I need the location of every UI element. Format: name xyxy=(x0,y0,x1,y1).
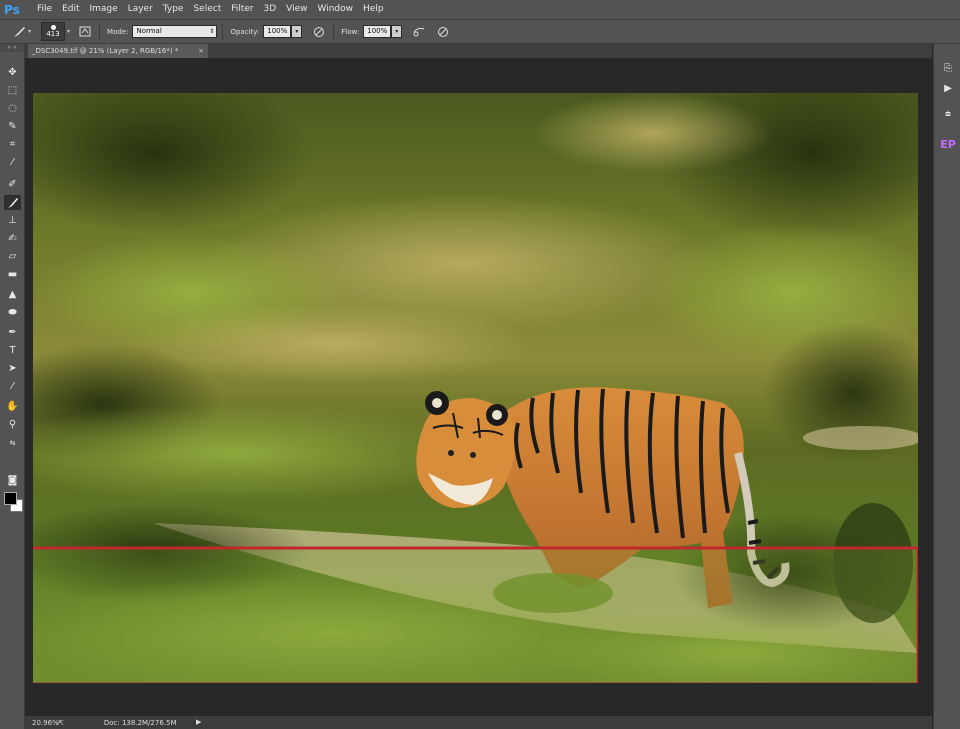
mode-arrow-icon: ⇕ xyxy=(209,28,215,35)
preset-dropdown-icon[interactable]: ▾ xyxy=(28,28,31,35)
menu-help[interactable]: Help xyxy=(358,0,389,19)
tiger-photo xyxy=(33,93,918,683)
flow-dropdown-icon[interactable]: ▾ xyxy=(391,25,403,38)
menu-layer[interactable]: Layer xyxy=(123,0,158,19)
quick-select-icon[interactable]: ✎ xyxy=(4,119,21,134)
opacity-field[interactable]: 100% xyxy=(263,25,292,38)
brush-size-picker[interactable]: 413 xyxy=(41,22,66,41)
close-icon[interactable]: × xyxy=(198,44,204,58)
swap-colors-icon[interactable]: ⇆ xyxy=(4,435,21,450)
brush-size-dropdown-icon[interactable]: ▾ xyxy=(67,28,70,35)
menu-window[interactable]: Window xyxy=(313,0,359,19)
path-select-icon[interactable]: ➤ xyxy=(4,361,21,376)
line-icon[interactable]: ⁄ xyxy=(4,379,21,394)
move-icon[interactable]: ✥ xyxy=(4,65,21,80)
menu-view[interactable]: View xyxy=(281,0,312,19)
menu-file[interactable]: File xyxy=(32,0,57,19)
doc-size: Doc: 138.2M/276.5M xyxy=(103,718,177,727)
menu-filter[interactable]: Filter xyxy=(226,0,258,19)
document-tab[interactable]: _DSC3049.tif @ 21% (Layer 2, RGB/16*) * … xyxy=(28,44,208,58)
separator xyxy=(222,23,224,40)
status-bar: 20.96% ⇱ Doc: 138.2M/276.5M ▶ xyxy=(24,716,932,729)
pen-icon[interactable]: ✒ xyxy=(4,325,21,340)
menu-select[interactable]: Select xyxy=(188,0,226,19)
history-icon[interactable]: ⎘ xyxy=(939,60,957,76)
pressure-opacity-icon[interactable] xyxy=(310,24,328,40)
type-icon[interactable]: T xyxy=(4,343,21,358)
ep-panel-icon[interactable]: EP xyxy=(939,136,957,152)
eraser-icon[interactable]: ▱ xyxy=(4,249,21,264)
document-tab-bar: _DSC3049.tif @ 21% (Layer 2, RGB/16*) * … xyxy=(24,44,932,59)
hand-icon[interactable]: ✋ xyxy=(4,399,21,414)
eyedropper-icon[interactable]: ⁄ xyxy=(4,155,21,170)
marquee-icon[interactable]: ⬚ xyxy=(4,83,21,98)
brush-tool-preset-icon[interactable] xyxy=(10,24,28,40)
history-brush-icon[interactable]: ✍ xyxy=(4,231,21,246)
lasso-icon[interactable]: ◌ xyxy=(4,101,21,116)
mode-label: Mode: xyxy=(107,27,129,36)
mode-select[interactable]: Normal ⇕ xyxy=(132,25,218,38)
separator xyxy=(99,23,101,40)
gradient-icon[interactable]: ▬ xyxy=(4,267,21,282)
layers-icon[interactable]: ⩧ xyxy=(939,106,957,122)
mode-value: Normal xyxy=(136,27,162,35)
dodge-icon[interactable]: ⬬ xyxy=(4,305,21,320)
export-icon[interactable]: ⇱ xyxy=(58,719,64,727)
flow-label: Flow: xyxy=(341,27,360,36)
brush-size-value: 413 xyxy=(46,30,60,38)
quick-mask-icon[interactable]: ◙ xyxy=(4,473,21,488)
zoom-icon[interactable]: ⚲ xyxy=(4,417,21,432)
menu-3d[interactable]: 3D xyxy=(259,0,282,19)
foreground-color-swatch[interactable] xyxy=(4,492,17,505)
menu-image[interactable]: Image xyxy=(85,0,123,19)
options-bar: ▾ 413 ▾ Mode: Normal ⇕ Opacity: 100% ▾ F… xyxy=(0,20,960,44)
menu-edit[interactable]: Edit xyxy=(57,0,84,19)
flow-field[interactable]: 100% xyxy=(363,25,392,38)
menu-bar: Ps File Edit Image Layer Type Select Fil… xyxy=(0,0,960,20)
brush-icon[interactable] xyxy=(4,195,21,210)
opacity-dropdown-icon[interactable]: ▾ xyxy=(291,25,303,38)
brush-panel-toggle-icon[interactable] xyxy=(76,24,94,40)
document-tab-title: _DSC3049.tif @ 21% (Layer 2, RGB/16*) * xyxy=(32,47,179,55)
crop-icon[interactable]: ⌗ xyxy=(4,137,21,152)
right-panel-dock: ⎘ ▶ ⩧ EP xyxy=(933,44,960,729)
status-menu-arrow-icon[interactable]: ▶ xyxy=(196,716,201,729)
document-canvas[interactable] xyxy=(33,93,918,683)
separator xyxy=(333,23,335,40)
menu-type[interactable]: Type xyxy=(158,0,189,19)
canvas-area xyxy=(25,59,932,716)
healing-brush-icon[interactable]: ✐ xyxy=(4,177,21,192)
actions-icon[interactable]: ▶ xyxy=(939,80,957,96)
panel-grip[interactable]: » « xyxy=(0,44,24,52)
airbrush-icon[interactable] xyxy=(410,24,428,40)
blur-icon[interactable]: ▲ xyxy=(4,287,21,302)
clone-stamp-icon[interactable]: ⊥ xyxy=(4,213,21,228)
opacity-label: Opacity: xyxy=(230,27,260,36)
photoshop-logo[interactable]: Ps xyxy=(4,2,24,18)
pressure-size-icon[interactable] xyxy=(434,24,452,40)
tools-panel: » « ✥ ⬚ ◌ ✎ ⌗ ⁄ ✐ ⊥ ✍ ▱ ▬ ▲ ⬬ ✒ T ➤ ⁄ ✋ … xyxy=(0,44,25,729)
